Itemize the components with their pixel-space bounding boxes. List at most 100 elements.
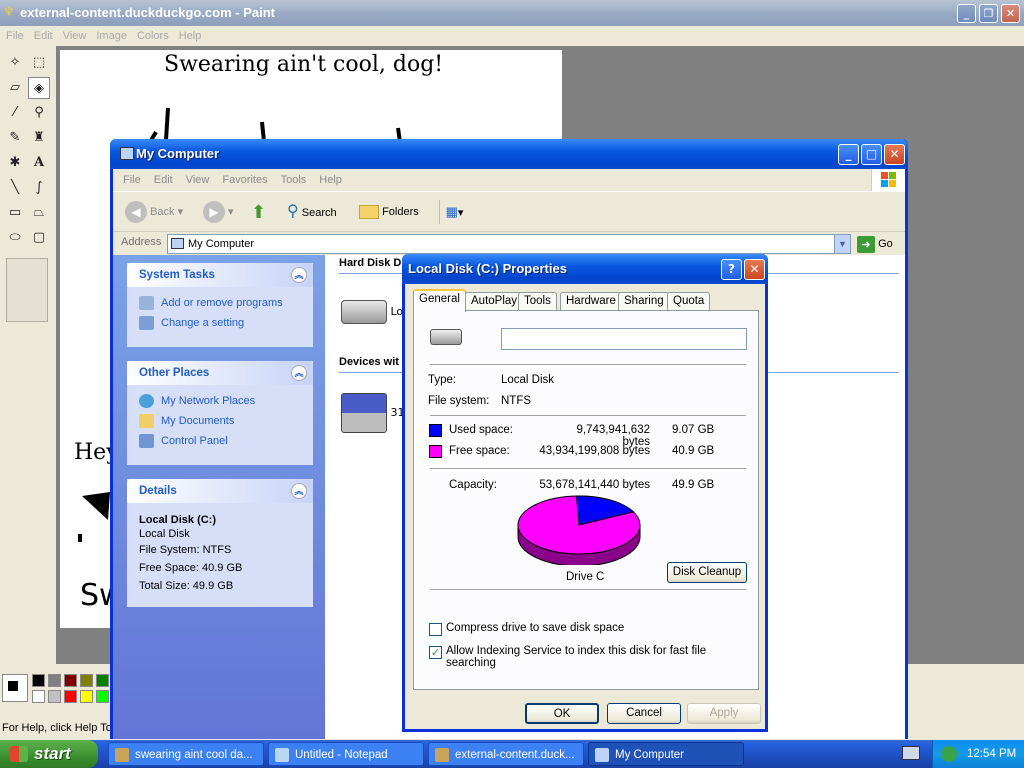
my-computer-title-bar[interactable]: My Computer — [110, 139, 908, 169]
divider — [430, 589, 746, 590]
clock[interactable]: 12:54 PM — [967, 748, 1016, 760]
my-documents-link[interactable]: My Documents — [127, 411, 313, 431]
paint-menu-colors[interactable]: Colors — [137, 30, 169, 42]
folders-button[interactable]: Folders — [359, 200, 419, 224]
back-button[interactable]: ◀ Back ▾ — [125, 200, 183, 224]
indexing-checkbox[interactable]: ✓ — [429, 646, 442, 659]
compress-checkbox[interactable] — [429, 623, 442, 636]
collapse-chevron-icon[interactable]: ︽ — [291, 483, 307, 499]
swatch-lime[interactable] — [96, 690, 109, 703]
add-remove-programs-link[interactable]: Add or remove programs — [127, 293, 313, 313]
mc-menu-edit[interactable]: Edit — [154, 174, 173, 186]
task-my-computer[interactable]: My Computer — [588, 742, 744, 766]
mc-menu-favorites[interactable]: Favorites — [222, 174, 267, 186]
mc-menu-file[interactable]: File — [123, 174, 141, 186]
ok-button[interactable]: OK — [525, 703, 599, 724]
paint-menu-edit[interactable]: Edit — [34, 30, 53, 42]
computer-icon[interactable] — [120, 147, 134, 160]
current-colors[interactable] — [2, 674, 28, 702]
mc-minimize-button[interactable]: _ — [838, 144, 859, 165]
color-picker-icon[interactable]: ⁄ — [4, 102, 26, 124]
network-tray-icon[interactable] — [941, 746, 957, 762]
details-header[interactable]: Details ︽ — [127, 479, 313, 503]
forward-button[interactable]: ▶ ▾ — [203, 200, 234, 224]
dialog-title-bar[interactable]: Local Disk (C:) Properties — [402, 254, 768, 284]
tab-general[interactable]: General — [413, 289, 466, 312]
line-tool-icon[interactable]: ╲ — [4, 177, 26, 199]
ellipse-tool-icon[interactable]: ⬭ — [4, 227, 26, 249]
curve-tool-icon[interactable]: ∫ — [28, 177, 50, 199]
eraser-icon[interactable]: ▱ — [4, 77, 26, 99]
go-button[interactable]: ➜ Go — [857, 235, 893, 253]
address-input[interactable]: My Computer ▼ — [167, 234, 851, 254]
pencil-icon[interactable]: ✎ — [4, 127, 26, 149]
brush-icon[interactable]: ♜ — [28, 127, 50, 149]
swatch-silver[interactable] — [48, 690, 61, 703]
task-paint-external[interactable]: external-content.duck... — [428, 742, 584, 766]
swatch-white[interactable] — [32, 690, 45, 703]
mc-close-button[interactable]: ✕ — [884, 144, 905, 165]
tab-quota[interactable]: Quota — [667, 292, 711, 311]
task-paint-swearing[interactable]: swearing aint cool da... — [108, 742, 264, 766]
task-notepad[interactable]: Untitled - Notepad — [268, 742, 424, 766]
compress-label[interactable]: Compress drive to save disk space — [446, 622, 624, 634]
control-panel-link[interactable]: Control Panel — [127, 431, 313, 451]
mc-menu-help[interactable]: Help — [319, 174, 342, 186]
local-disk-item[interactable]: Lo — [341, 295, 403, 329]
paint-title-bar[interactable]: external-content.duckduckgo.com - Paint — [0, 0, 1024, 26]
swatch-olive[interactable] — [80, 674, 93, 687]
mc-menu-view[interactable]: View — [186, 174, 210, 186]
paint-restore-button[interactable]: ❐ — [979, 4, 998, 23]
paint-menu-help[interactable]: Help — [179, 30, 202, 42]
airbrush-icon[interactable]: ✱ — [4, 152, 26, 174]
polygon-tool-icon[interactable]: ⏢ — [28, 202, 50, 224]
disk-cleanup-button[interactable]: Disk Cleanup — [667, 562, 747, 583]
paint-minimize-button[interactable]: _ — [957, 4, 976, 23]
dialog-close-button[interactable]: ✕ — [744, 259, 765, 280]
swatch-yellow[interactable] — [80, 690, 93, 703]
magnifier-icon[interactable]: ⚲ — [28, 102, 50, 124]
paint-app-icon[interactable]: ♆ — [3, 5, 17, 21]
rectangle-tool-icon[interactable]: ▭ — [4, 202, 26, 224]
swatch-red[interactable] — [64, 690, 77, 703]
rounded-rect-tool-icon[interactable]: ▢ — [28, 227, 50, 249]
help-button[interactable]: ? — [721, 259, 742, 280]
mc-maximize-button[interactable]: □ — [861, 144, 882, 165]
volume-label-input[interactable] — [501, 328, 747, 350]
paint-menu-image[interactable]: Image — [96, 30, 127, 42]
fill-bucket-icon[interactable]: ◈ — [28, 77, 50, 99]
paint-menu-file[interactable]: File — [6, 30, 24, 42]
swatch-black[interactable] — [32, 674, 45, 687]
change-setting-link[interactable]: Change a setting — [127, 313, 313, 333]
system-tasks-header[interactable]: System Tasks ︽ — [127, 263, 313, 287]
other-places-header[interactable]: Other Places ︽ — [127, 361, 313, 385]
paint-close-button[interactable]: ✕ — [1001, 4, 1020, 23]
paint-menu-view[interactable]: View — [63, 30, 87, 42]
search-button[interactable]: ⚲ Search — [287, 200, 337, 224]
collapse-chevron-icon[interactable]: ︽ — [291, 267, 307, 283]
up-folder-icon[interactable]: ⬆ — [251, 200, 266, 224]
free-select-icon[interactable]: ✧ — [4, 52, 26, 74]
cancel-button[interactable]: Cancel — [607, 703, 681, 724]
apply-button[interactable]: Apply — [687, 703, 761, 724]
keyboard-icon[interactable] — [902, 746, 920, 760]
start-label: start — [34, 744, 71, 763]
swatch-green[interactable] — [96, 674, 109, 687]
text-tool-icon[interactable]: A — [28, 152, 50, 174]
address-dropdown-icon[interactable]: ▼ — [834, 235, 850, 253]
rect-select-icon[interactable]: ⬚ — [28, 52, 50, 74]
swatch-gray[interactable] — [48, 674, 61, 687]
tab-hardware[interactable]: Hardware — [560, 292, 622, 311]
views-button[interactable]: ▦▾ — [439, 200, 469, 224]
tab-tools[interactable]: Tools — [518, 292, 557, 311]
mc-menu-tools[interactable]: Tools — [281, 174, 307, 186]
collapse-chevron-icon[interactable]: ︽ — [291, 365, 307, 381]
tool-options-box[interactable] — [6, 258, 48, 322]
indexing-label[interactable]: Allow Indexing Service to index this dis… — [446, 645, 758, 669]
tab-autoplay[interactable]: AutoPlay — [465, 292, 524, 311]
swatch-maroon[interactable] — [64, 674, 77, 687]
tab-sharing[interactable]: Sharing — [618, 292, 670, 311]
free-space-bytes: 43,934,199,808 bytes — [539, 445, 650, 457]
floppy-drive-item[interactable]: 31 — [341, 391, 405, 435]
my-network-places-link[interactable]: My Network Places — [127, 391, 313, 411]
